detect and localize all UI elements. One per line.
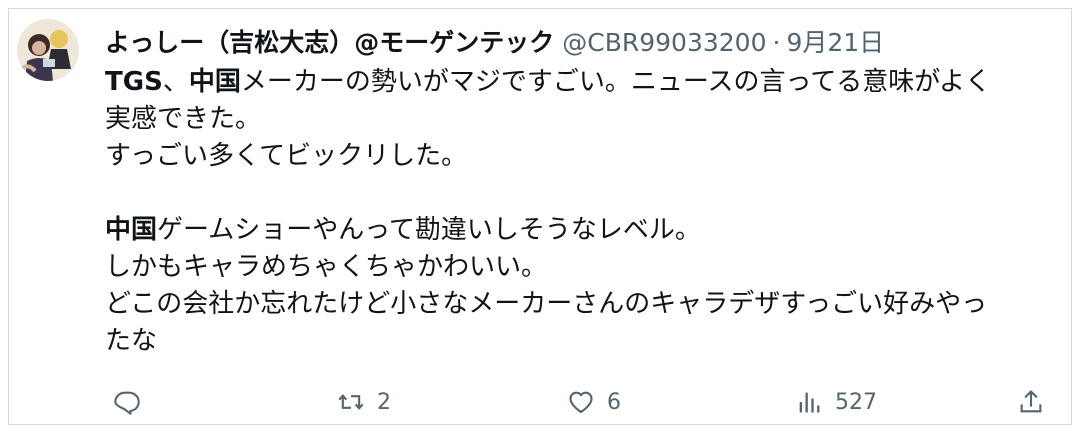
retweet-icon	[338, 394, 364, 410]
like-count: 6	[607, 389, 621, 415]
tweet-text-line: 中国ゲームショーやんって勘違いしそうなレベル。	[105, 212, 1045, 249]
bold-text: 中国	[188, 67, 241, 97]
action-bar: 2 6 527	[105, 380, 1045, 424]
retweet-button[interactable]: 2	[337, 380, 391, 424]
text-segment: 、	[162, 67, 189, 97]
share-button[interactable]	[1017, 380, 1045, 424]
tweet-text-line: TGS、中国メーカーの勢いがマジですごい。ニュースの言ってる意味がよく	[105, 64, 1045, 101]
view-count: 527	[835, 389, 877, 415]
tweet-text-line: どこの会社か忘れたけど小さなメーカーさんのキャラデザすっごい好みやっ	[105, 289, 988, 319]
avatar-image	[17, 19, 79, 81]
heart-icon	[569, 391, 593, 413]
retweet-count: 2	[377, 389, 391, 415]
text-segment: ゲームショーやんって勘違いしそうなレベル。	[157, 215, 701, 245]
tweet-text-line: すっごい多くてビックリした。	[105, 141, 468, 171]
avatar[interactable]	[17, 19, 79, 81]
views-icon	[799, 392, 820, 413]
tweet-date[interactable]: 9月21日	[786, 22, 884, 64]
tweet-header: よっしー（吉松大志）@モーゲンテック @CBR99033200 · 9月21日	[105, 22, 1045, 64]
tweet-text-line: たな	[105, 326, 158, 356]
tweet-text: TGS、中国メーカーの勢いがマジですごい。ニュースの言ってる意味がよく 実感でき…	[105, 64, 1045, 360]
like-button[interactable]: 6	[567, 380, 621, 424]
display-name[interactable]: よっしー（吉松大志）@モーゲンテック	[105, 22, 554, 64]
tweet-text-line: しかもキャラめちゃくちゃかわいい。	[105, 252, 548, 282]
views-button[interactable]: 527	[795, 380, 877, 424]
separator-dot: ·	[772, 28, 781, 57]
user-handle[interactable]: @CBR99033200	[562, 22, 766, 64]
reply-button[interactable]	[113, 380, 153, 424]
share-icon	[1020, 390, 1042, 413]
bold-text: TGS	[105, 67, 163, 97]
tweet-content: よっしー（吉松大志）@モーゲンテック @CBR99033200 · 9月21日 …	[105, 22, 1045, 360]
tweet-text-line: 実感できた。	[105, 104, 262, 134]
text-segment: メーカーの勢いがマジですごい。ニュースの言ってる意味がよく	[240, 67, 991, 97]
reply-icon	[114, 391, 140, 415]
tweet-card[interactable]: よっしー（吉松大志）@モーゲンテック @CBR99033200 · 9月21日 …	[8, 8, 1072, 425]
bold-text: 中国	[105, 215, 158, 245]
